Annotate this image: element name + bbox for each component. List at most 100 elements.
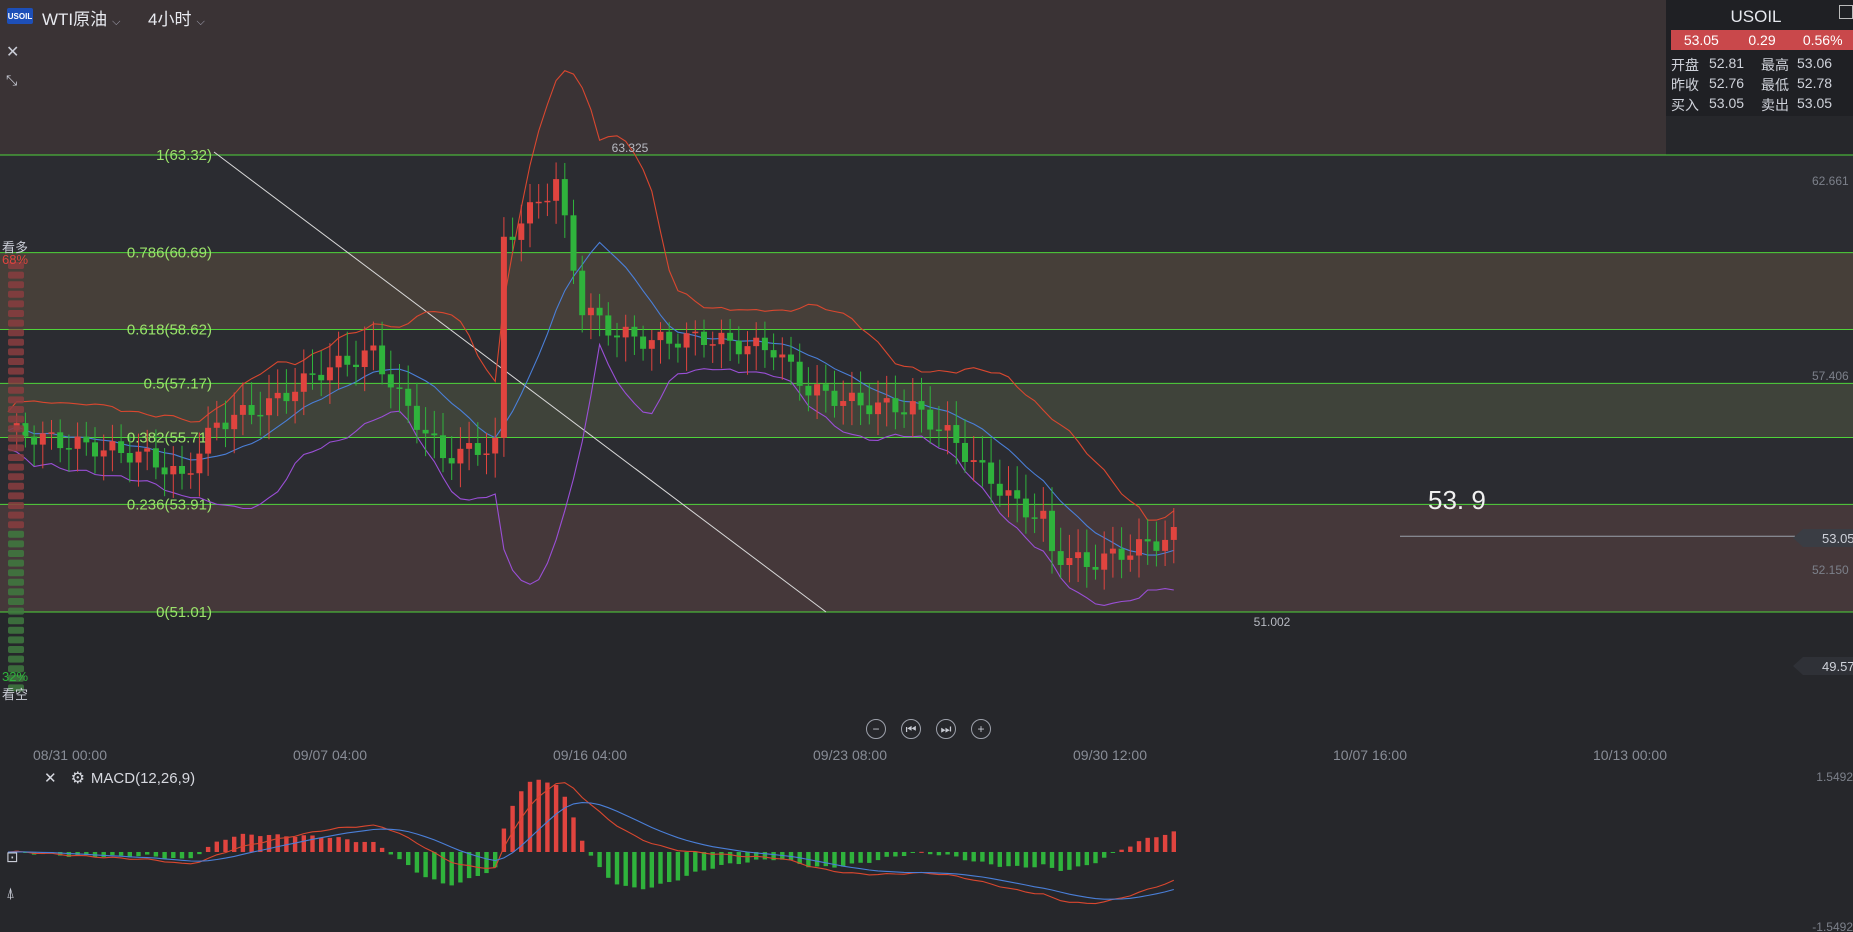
close-indicator-icon[interactable]: ✕ xyxy=(44,769,57,787)
sentiment-bar-segment xyxy=(8,338,24,346)
low-value: 52.78 xyxy=(1797,75,1833,91)
time-axis-label: 08/31 00:00 xyxy=(33,747,107,763)
sentiment-bar-segment xyxy=(8,425,24,433)
macd-histogram-bar xyxy=(319,837,324,852)
sentiment-bar-segment xyxy=(8,329,24,337)
zoom-out-button[interactable]: − xyxy=(866,719,886,739)
macd-histogram-bar xyxy=(1145,837,1150,852)
macd-histogram-bar xyxy=(214,841,219,852)
candle-body xyxy=(805,385,812,396)
candle-body xyxy=(857,392,864,406)
candle-body xyxy=(883,398,890,403)
candle-body xyxy=(135,451,142,463)
sentiment-bar-segment xyxy=(8,434,24,442)
sentiment-bar-segment xyxy=(8,559,24,567)
quote-price: 53.05 xyxy=(1683,32,1719,48)
macd-histogram-bar xyxy=(562,796,567,852)
macd-histogram-bar xyxy=(379,847,385,852)
macd-histogram-bar xyxy=(118,852,124,856)
candle-body xyxy=(666,331,673,344)
high-value: 53.06 xyxy=(1797,55,1833,71)
candle-body xyxy=(370,345,377,351)
candle-body xyxy=(979,460,986,463)
candle-body xyxy=(65,448,72,450)
candle-body xyxy=(962,442,968,462)
symbol-name: WTI原油 xyxy=(42,10,108,29)
sentiment-bar-segment xyxy=(8,530,24,538)
candle-body xyxy=(1109,548,1116,554)
candle-body xyxy=(231,414,238,430)
candle-body xyxy=(579,270,586,316)
candle-body xyxy=(353,364,359,368)
candle-body xyxy=(187,473,194,475)
axis-price-label: 57.406 xyxy=(1812,369,1849,383)
macd-histogram-bar xyxy=(327,837,333,852)
candle-body xyxy=(570,215,577,271)
macd-histogram-bar xyxy=(362,841,367,852)
chart-tool-icon[interactable]: ⊡ xyxy=(6,848,19,866)
candle-body xyxy=(239,405,246,415)
macd-histogram-bar xyxy=(1110,852,1116,853)
macd-histogram-bar xyxy=(954,852,959,857)
fib-label: 0(51.01) xyxy=(156,604,212,621)
candle-body xyxy=(605,315,612,336)
candle-body xyxy=(283,392,290,402)
candle-body xyxy=(796,361,803,386)
macd-histogram-bar xyxy=(371,841,376,852)
zoom-in-button[interactable]: + xyxy=(971,719,991,739)
candle-body xyxy=(500,236,507,438)
macd-histogram-bar xyxy=(458,852,463,883)
draw-tool-icon[interactable]: ⍋ xyxy=(6,885,15,902)
candle-body xyxy=(413,405,420,430)
low-label: 最低 xyxy=(1761,77,1789,93)
timeframe-selector[interactable]: 4小时 ⌵ xyxy=(148,5,205,30)
macd-histogram-bar xyxy=(571,817,576,852)
macd-histogram-bar xyxy=(823,852,828,867)
macd-histogram-bar xyxy=(527,781,533,852)
macd-histogram-bar xyxy=(901,852,907,857)
candle-body xyxy=(875,402,881,415)
candle-body xyxy=(822,384,829,391)
sentiment-bar-segment xyxy=(8,550,24,557)
fib-label: 1(63.32) xyxy=(156,147,212,164)
macd-histogram-bar xyxy=(545,782,550,852)
time-axis-label: 09/23 08:00 xyxy=(813,747,887,763)
layout-icon[interactable] xyxy=(1839,5,1853,19)
bid-value: 53.05 xyxy=(1709,95,1745,111)
candle-body xyxy=(257,414,264,417)
sentiment-bar-segment xyxy=(8,569,24,577)
sentiment-bar-segment xyxy=(8,636,24,644)
macd-histogram-bar xyxy=(649,852,654,888)
candle-body xyxy=(292,391,299,402)
candle-body xyxy=(561,179,568,216)
symbol-selector[interactable]: WTI原油 ⌵ xyxy=(42,5,121,30)
macd-histogram-bar xyxy=(632,852,637,888)
quote-panel: USOIL 53.05 0.29 0.56% 开盘 52.81 最高 53.06… xyxy=(1666,0,1853,116)
macd-histogram-bar xyxy=(893,852,898,857)
price-chart[interactable]: 1(63.32) 0.786(60.69) 0.618(58.62) 0.5(57.1… xyxy=(0,0,1853,932)
collapse-icon[interactable]: ⤡ xyxy=(6,72,17,89)
candle-body xyxy=(1066,558,1073,566)
gear-icon[interactable]: ⚙ xyxy=(71,768,85,788)
jump-start-button[interactable]: ⏮ xyxy=(901,719,921,739)
macd-histogram-bar xyxy=(205,846,211,852)
low-label: 51.002 xyxy=(1254,615,1291,629)
candle-body xyxy=(248,405,255,415)
macd-header: ✕ ⚙ MACD(12,26,9) xyxy=(44,768,195,788)
candle-body xyxy=(422,429,429,434)
macd-histogram-bar xyxy=(858,852,863,863)
candle-body xyxy=(318,374,325,381)
macd-histogram-bar xyxy=(1102,852,1107,858)
fib-label: 0.786(60.69) xyxy=(127,245,212,262)
chevron-down-icon: ⌵ xyxy=(196,16,205,28)
bull-percent: 68% xyxy=(2,252,29,267)
macd-histogram-bar xyxy=(814,852,820,867)
jump-end-button[interactable]: ⏭ xyxy=(936,719,956,739)
macd-histogram-bar xyxy=(336,837,341,852)
macd-histogram-bar xyxy=(249,834,254,852)
macd-histogram-bar xyxy=(1171,831,1176,852)
close-icon[interactable]: ✕ xyxy=(6,42,19,62)
macd-histogram-bar xyxy=(1119,849,1124,852)
candle-body xyxy=(152,448,159,468)
macd-histogram-bar xyxy=(1154,837,1159,852)
